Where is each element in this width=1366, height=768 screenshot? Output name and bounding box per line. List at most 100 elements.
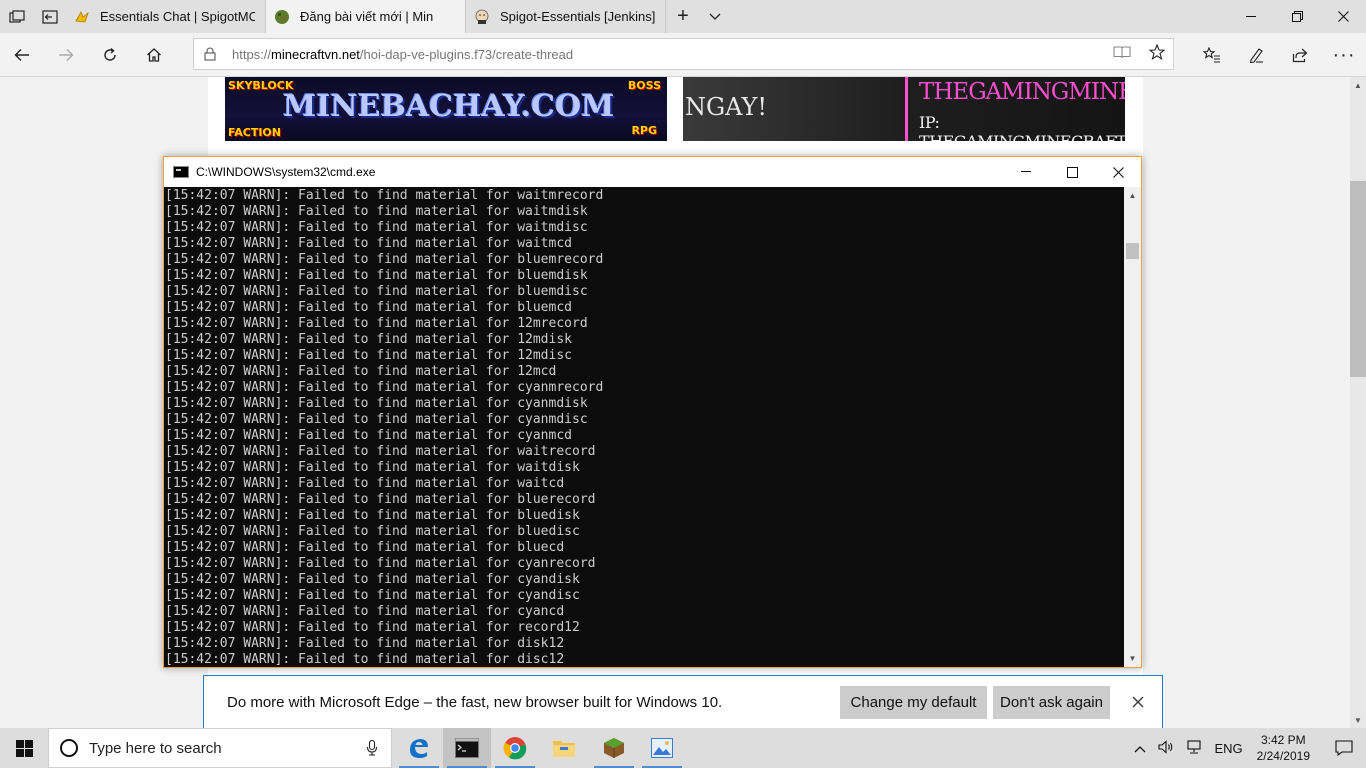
console-line: [15:42:07 WARN]: Failed to find material… — [165, 572, 580, 587]
minimize-icon[interactable] — [1228, 0, 1274, 33]
console-line: [15:42:07 WARN]: Failed to find material… — [165, 428, 572, 443]
url-path: /hoi-dap-ve-plugins.f73/create-thread — [359, 46, 574, 62]
chevron-down-icon[interactable] — [700, 0, 730, 33]
clock-time: 3:42 PM — [1260, 733, 1306, 747]
notification-close-icon[interactable] — [1128, 692, 1148, 712]
navigation-bar: https://minecraftvn.net/hoi-dap-ve-plugi… — [0, 33, 1366, 77]
taskbar-search-box[interactable]: Type here to search — [48, 728, 392, 768]
banner-subtitle: IP: THEGAMINGMINECRAFT.COM — [919, 113, 1125, 141]
edge-taskbar-icon[interactable] — [395, 728, 443, 768]
more-options-icon[interactable]: ··· — [1322, 33, 1366, 77]
console-line: [15:42:07 WARN]: Failed to find material… — [165, 556, 596, 571]
windows-start-icon[interactable] — [0, 728, 48, 768]
banner-divider — [905, 77, 908, 141]
console-line: [15:42:07 WARN]: Failed to find material… — [165, 524, 580, 539]
lock-icon[interactable] — [204, 47, 218, 61]
cmd-maximize-icon[interactable] — [1049, 157, 1095, 187]
console-line: [15:42:07 WARN]: Failed to find material… — [165, 332, 572, 347]
scroll-up-icon[interactable]: ▲ — [1350, 77, 1366, 93]
pen-notes-icon[interactable] — [1234, 33, 1278, 77]
tab-preview-icon[interactable] — [0, 0, 33, 33]
close-icon[interactable] — [1320, 0, 1366, 33]
tab-title: Spigot-Essentials [Jenkins] — [500, 9, 655, 24]
system-tray: ENG 3:42 PM 2/24/2019 — [1128, 728, 1366, 768]
console-line: [15:42:07 WARN]: Failed to find material… — [165, 492, 596, 507]
home-icon[interactable] — [132, 33, 176, 77]
tab-strip: Essentials Chat | SpigotMC - Đăng bài vi… — [0, 0, 1366, 33]
tab-title: Đăng bài viết mới | Min — [300, 9, 434, 24]
chrome-taskbar-icon[interactable] — [491, 728, 539, 768]
cmd-scroll-thumb[interactable] — [1126, 243, 1139, 259]
cortana-icon — [60, 739, 78, 757]
tab-title: Essentials Chat | SpigotMC - — [100, 9, 255, 24]
change-my-default-button[interactable]: Change my default — [840, 686, 987, 719]
minecraft-taskbar-icon[interactable] — [590, 728, 638, 768]
file-explorer-taskbar-icon[interactable] — [540, 728, 588, 768]
show-hidden-icons-chevron-up-icon[interactable] — [1134, 741, 1146, 756]
scroll-down-icon[interactable]: ▼ — [1350, 712, 1366, 728]
address-bar[interactable]: https://minecraftvn.net/hoi-dap-ve-plugi… — [193, 38, 1174, 70]
cmd-window-title: C:\WINDOWS\system32\cmd.exe — [196, 165, 376, 179]
dont-ask-again-button[interactable]: Don't ask again — [993, 686, 1110, 719]
cmd-app-icon[interactable] — [173, 166, 189, 178]
thegamingminecraft-banner[interactable]: NGAY! THEGAMINGMINECRAFT IP: THEGAMINGMI… — [683, 77, 1125, 141]
taskbar-clock[interactable]: 3:42 PM 2/24/2019 — [1257, 732, 1310, 764]
banner-title: THEGAMINGMINECRAFT — [919, 79, 1125, 105]
refresh-icon[interactable] — [88, 33, 132, 77]
tab-spigot-essentials-jenkins[interactable]: Spigot-Essentials [Jenkins] — [466, 0, 666, 33]
banner-tag-rpg: RPG — [631, 124, 657, 137]
cmd-console-output[interactable]: [15:42:07 WARN]: Failed to find material… — [164, 187, 1124, 667]
console-line: [15:42:07 WARN]: Failed to find material… — [165, 604, 565, 619]
volume-icon[interactable] — [1158, 739, 1174, 757]
action-center-icon[interactable] — [1322, 728, 1366, 768]
network-icon[interactable] — [1186, 739, 1202, 757]
edge-default-browser-notification: Do more with Microsoft Edge – the fast, … — [203, 675, 1163, 728]
console-line: [15:42:07 WARN]: Failed to find material… — [165, 444, 596, 459]
forward-arrow-icon[interactable] — [44, 33, 88, 77]
back-arrow-icon[interactable] — [0, 33, 44, 77]
console-line: [15:42:07 WARN]: Failed to find material… — [165, 236, 572, 251]
reading-view-icon[interactable] — [1113, 45, 1131, 64]
cmd-window[interactable]: C:\WINDOWS\system32\cmd.exe [15:42:07 WA… — [163, 156, 1142, 668]
console-line: [15:42:07 WARN]: Failed to find material… — [165, 284, 588, 299]
console-line: [15:42:07 WARN]: Failed to find material… — [165, 348, 572, 363]
cmd-close-icon[interactable] — [1095, 157, 1141, 187]
minebachay-banner[interactable]: SKYBLOCK BOSS MINEBACHAY.COM FACTION RPG — [225, 77, 667, 141]
input-language[interactable]: ENG — [1214, 741, 1242, 756]
cmd-minimize-icon[interactable] — [1003, 157, 1049, 187]
cmd-title-bar[interactable]: C:\WINDOWS\system32\cmd.exe — [164, 157, 1141, 187]
console-line: [15:42:07 WARN]: Failed to find material… — [165, 412, 588, 427]
url-scheme: https:// — [232, 46, 272, 62]
cmd-scroll-up-icon[interactable]: ▲ — [1124, 187, 1141, 204]
restore-icon[interactable] — [1274, 0, 1320, 33]
console-line: [15:42:07 WARN]: Failed to find material… — [165, 316, 588, 331]
cmd-scrollbar[interactable]: ▲ ▼ — [1124, 187, 1141, 667]
console-line: [15:42:07 WARN]: Failed to find material… — [165, 364, 557, 379]
microphone-icon[interactable] — [366, 739, 378, 759]
cmd-scroll-down-icon[interactable]: ▼ — [1124, 650, 1141, 667]
console-line: [15:42:07 WARN]: Failed to find material… — [165, 252, 604, 267]
console-line: [15:42:07 WARN]: Failed to find material… — [165, 540, 565, 555]
taskbar: Type here to search ENG 3:42 PM 2/24/201… — [0, 728, 1366, 768]
banner-tag-faction: FACTION — [228, 126, 281, 139]
scroll-thumb[interactable] — [1350, 181, 1366, 377]
set-aside-tabs-icon[interactable] — [33, 0, 66, 33]
page-scrollbar[interactable]: ▲ ▼ — [1350, 77, 1366, 728]
window-controls — [1228, 0, 1366, 33]
cmd-taskbar-icon[interactable] — [443, 728, 491, 768]
jenkins-favicon-icon — [474, 9, 490, 25]
new-tab-icon[interactable]: + — [666, 0, 700, 33]
clock-date: 2/24/2019 — [1256, 749, 1310, 763]
favorite-star-icon[interactable] — [1148, 43, 1166, 65]
tab-dang-bai-viet-moi[interactable]: Đăng bài viết mới | Min — [266, 0, 466, 33]
console-line: [15:42:07 WARN]: Failed to find material… — [165, 508, 580, 523]
favorites-hub-icon[interactable] — [1190, 33, 1234, 77]
share-icon[interactable] — [1278, 33, 1322, 77]
minecraftvn-favicon-icon — [274, 9, 290, 25]
image-viewer-taskbar-icon[interactable] — [638, 728, 686, 768]
console-line: [15:42:07 WARN]: Failed to find material… — [165, 588, 580, 603]
tab-essentials-chat[interactable]: Essentials Chat | SpigotMC - — [66, 0, 266, 33]
console-line: [15:42:07 WARN]: Failed to find material… — [165, 204, 588, 219]
banner-tag-boss: BOSS — [627, 79, 661, 92]
console-line: [15:42:07 WARN]: Failed to find material… — [165, 620, 580, 635]
